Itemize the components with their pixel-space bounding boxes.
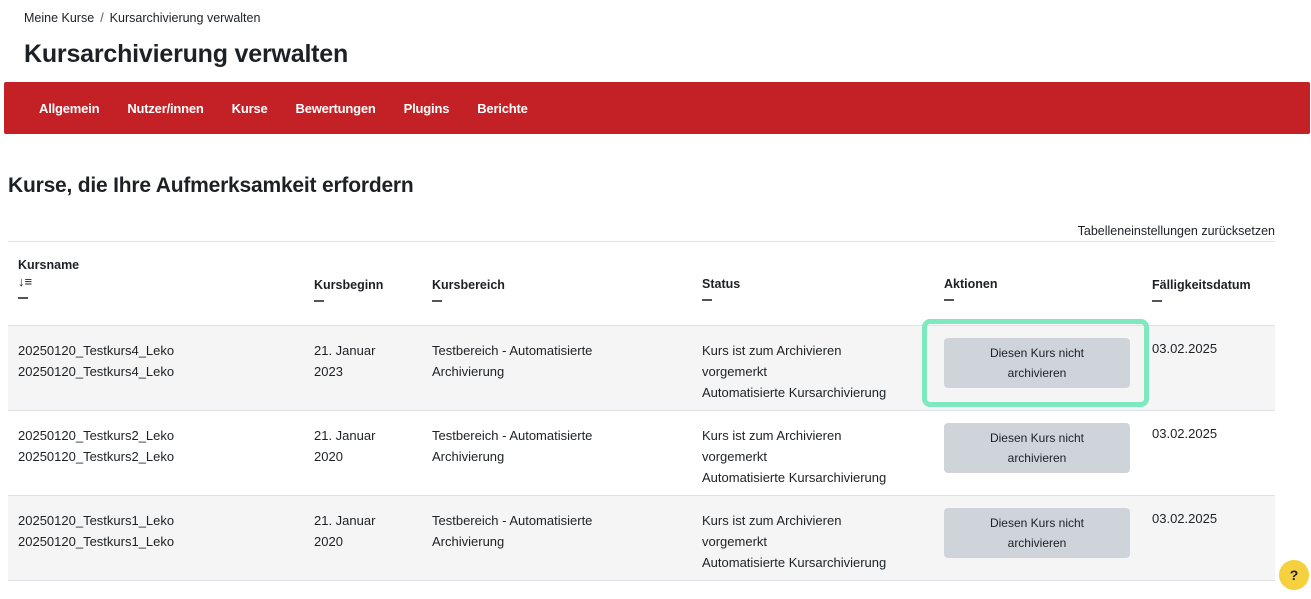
help-button[interactable]: ? — [1279, 560, 1309, 590]
table-row: 20250120_Testkurs4_Leko 20250120_Testkur… — [8, 326, 1275, 411]
course-name-cell: 20250120_Testkurs1_Leko 20250120_Testkur… — [18, 510, 174, 552]
breadcrumb-current: Kursarchivierung verwalten — [109, 11, 261, 25]
table-header: Kursname ↓≡ Kursbeginn Kursbereich Statu… — [8, 242, 1275, 326]
course-name-cell: 20250120_Testkurs2_Leko 20250120_Testkur… — [18, 425, 174, 467]
course-start-cell: 21. Januar 2020 — [314, 513, 376, 549]
course-start-cell: 21. Januar 2023 — [314, 343, 376, 379]
due-date-cell: 03.02.2025 — [1152, 511, 1218, 526]
due-date-cell: 03.02.2025 — [1152, 426, 1218, 441]
status-cell: Kurs ist zum Archivieren vorgemerkt Auto… — [702, 428, 887, 485]
course-start-cell: 21. Januar 2020 — [314, 428, 376, 464]
column-header-status[interactable]: Status — [702, 277, 740, 301]
table-row: 20250120_Testkurs2_Leko 20250120_Testkur… — [8, 411, 1275, 496]
table-row: 20250120_Testkurs1_Leko 20250120_Testkur… — [8, 496, 1275, 581]
collapse-column-icon[interactable] — [702, 299, 712, 301]
nav-item-reports[interactable]: Berichte — [477, 101, 528, 116]
reset-table-preferences-link[interactable]: Tabelleneinstellungen zurücksetzen — [1078, 224, 1275, 238]
collapse-column-icon[interactable] — [314, 300, 324, 302]
page-title: Kursarchivierung verwalten — [24, 40, 349, 68]
do-not-archive-button[interactable]: Diesen Kurs nicht archivieren — [944, 508, 1130, 558]
collapse-column-icon[interactable] — [18, 297, 28, 299]
nav-item-general[interactable]: Allgemein — [39, 101, 100, 116]
column-header-course-name[interactable]: Kursname ↓≡ — [18, 258, 79, 299]
course-category-cell: Testbereich - Automatisierte Archivierun… — [432, 428, 593, 464]
breadcrumb-my-courses[interactable]: Meine Kurse — [24, 11, 94, 25]
column-header-due-date[interactable]: Fälligkeitsdatum — [1152, 278, 1251, 302]
due-date-cell: 03.02.2025 — [1152, 341, 1218, 356]
do-not-archive-button[interactable]: Diesen Kurs nicht archivieren — [944, 338, 1130, 388]
column-header-actions[interactable]: Aktionen — [944, 277, 997, 301]
column-header-course-start[interactable]: Kursbeginn — [314, 278, 383, 302]
collapse-column-icon[interactable] — [944, 299, 954, 301]
collapse-column-icon[interactable] — [432, 300, 442, 302]
section-title: Kurse, die Ihre Aufmerksamkeit erfordern — [8, 174, 414, 197]
status-cell: Kurs ist zum Archivieren vorgemerkt Auto… — [702, 343, 887, 400]
course-name-link[interactable]: 20250120_Testkurs2_Leko — [18, 425, 174, 446]
course-name-link[interactable]: 20250120_Testkurs1_Leko — [18, 510, 174, 531]
course-category-cell: Testbereich - Automatisierte Archivierun… — [432, 343, 593, 379]
course-name-cell: 20250120_Testkurs4_Leko 20250120_Testkur… — [18, 340, 174, 382]
nav-item-grades[interactable]: Bewertungen — [296, 101, 376, 116]
course-shortname: 20250120_Testkurs4_Leko — [18, 364, 175, 379]
courses-table: Kursname ↓≡ Kursbeginn Kursbereich Statu… — [8, 241, 1275, 581]
nav-item-courses[interactable]: Kurse — [232, 101, 268, 116]
course-category-cell: Testbereich - Automatisierte Archivierun… — [432, 513, 593, 549]
nav-item-users[interactable]: Nutzer/innen — [127, 101, 204, 116]
course-shortname: 20250120_Testkurs1_Leko — [18, 534, 175, 549]
course-name-link[interactable]: 20250120_Testkurs4_Leko — [18, 340, 174, 361]
collapse-column-icon[interactable] — [1152, 300, 1162, 302]
breadcrumb-separator: / — [100, 11, 104, 25]
sort-ascending-icon[interactable]: ↓≡ — [18, 274, 79, 289]
do-not-archive-button[interactable]: Diesen Kurs nicht archivieren — [944, 423, 1130, 473]
course-shortname: 20250120_Testkurs2_Leko — [18, 449, 175, 464]
nav-item-plugins[interactable]: Plugins — [404, 101, 450, 116]
secondary-navigation: Allgemein Nutzer/innen Kurse Bewertungen… — [4, 82, 1310, 134]
column-header-course-category[interactable]: Kursbereich — [432, 278, 505, 302]
status-cell: Kurs ist zum Archivieren vorgemerkt Auto… — [702, 513, 887, 570]
breadcrumb: Meine Kurse / Kursarchivierung verwalten — [24, 11, 260, 25]
